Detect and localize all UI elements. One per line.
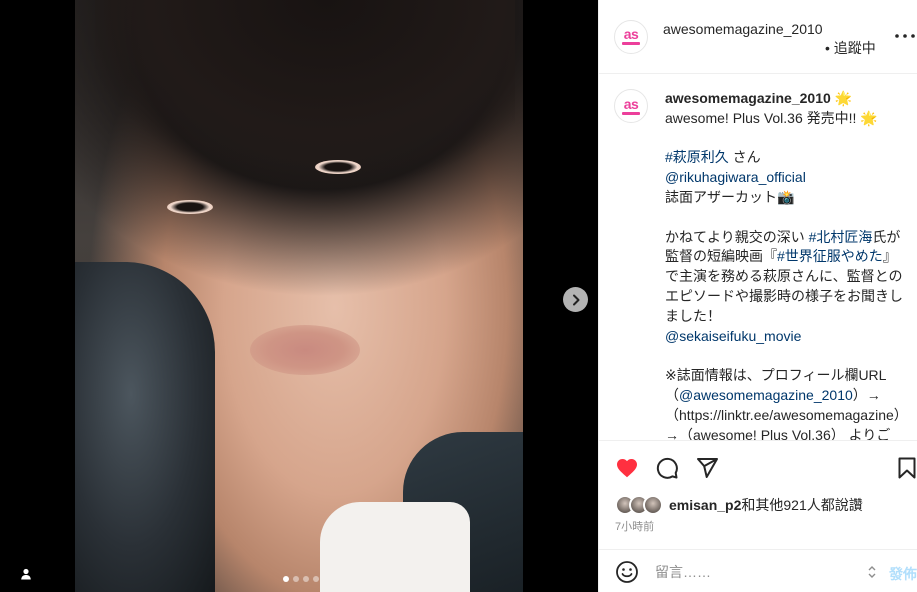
next-slide-button[interactable] [563,287,588,312]
comment-bar: 發佈 [599,549,917,592]
caption-text-segment: さん [728,149,761,166]
photo-shirt [320,502,470,592]
heart-icon[interactable] [615,456,639,480]
photo-hair [95,0,515,190]
post-side-panel: as awesomemagazine_2010 • 追蹤中 as awesome… [598,0,917,592]
photo-eye-right [315,160,361,174]
caption-avatar[interactable]: as [614,89,648,123]
user-icon [21,568,31,580]
post-media [0,0,598,592]
caption-username[interactable]: awesomemagazine_2010 [665,90,831,106]
post-dialog: as awesomemagazine_2010 • 追蹤中 as awesome… [0,0,917,592]
caption-text-segment: かねてより親交の深い [665,228,809,245]
caption-area: as awesomemagazine_2010 🌟 awesome! Plus … [599,75,917,440]
header-username[interactable]: awesomemagazine_2010 [663,20,823,39]
carousel-indicator [283,576,319,582]
likes-summary[interactable]: emisan_p2和其他921人都說讚 [615,494,863,516]
tagged-users-button[interactable] [13,561,39,587]
follow-status[interactable]: • 追蹤中 [825,38,876,58]
camera-icon: 📸 [777,188,795,205]
comment-icon[interactable] [655,456,679,480]
avatar-logo-bar [622,111,640,115]
avatar[interactable]: as [614,19,648,54]
avatar-logo: as [623,26,639,42]
carousel-dot [303,576,309,582]
send-button[interactable]: 發佈 [889,564,917,584]
liker-avatar [643,495,663,515]
post-photo[interactable] [75,0,523,592]
hashtag-link[interactable]: #北村匠海 [809,229,873,245]
emoji-icon[interactable] [615,560,639,584]
resize-handle-icon[interactable] [867,564,877,580]
carousel-dot [283,576,289,582]
share-icon[interactable] [695,456,719,480]
mention-link[interactable]: @awesomemagazine_2010 [679,387,853,403]
sun-icon: 🌟 [834,90,853,106]
carousel-dot [293,576,299,582]
likes-count-text: 和其他921人都說讚 [741,497,863,513]
bookmark-icon[interactable] [895,456,917,480]
photo-lips [250,325,360,375]
more-options-icon[interactable] [893,28,917,44]
liker-username[interactable]: emisan_p2 [669,497,741,513]
action-bar [599,440,917,490]
post-timestamp[interactable]: 7小時前 [615,518,654,534]
caption-text-segment: 誌面アザーカット [665,188,777,205]
chevron-right-icon [572,294,579,305]
comment-input[interactable] [655,562,855,582]
hashtag-link[interactable]: #萩原利久 [665,149,729,165]
caption-text: awesomemagazine_2010 🌟 awesome! Plus Vol… [665,89,904,440]
avatar-logo-bar [622,42,640,45]
caption-line: awesome! Plus Vol.36 発売中!! [665,109,861,126]
post-header: as awesomemagazine_2010 • 追蹤中 [599,0,917,74]
mention-link[interactable]: @sekaiseifuku_movie [665,328,801,344]
carousel-dot [313,576,319,582]
photo-jacket [75,262,215,592]
avatar-logo: as [623,95,639,112]
mention-link[interactable]: @rikuhagiwara_official [665,169,806,185]
likes-text: emisan_p2和其他921人都說讚 [669,495,863,515]
photo-eye-left [167,200,213,214]
sun-icon: 🌟 [860,109,878,126]
hashtag-link[interactable]: #世界征服やめた [777,248,883,264]
